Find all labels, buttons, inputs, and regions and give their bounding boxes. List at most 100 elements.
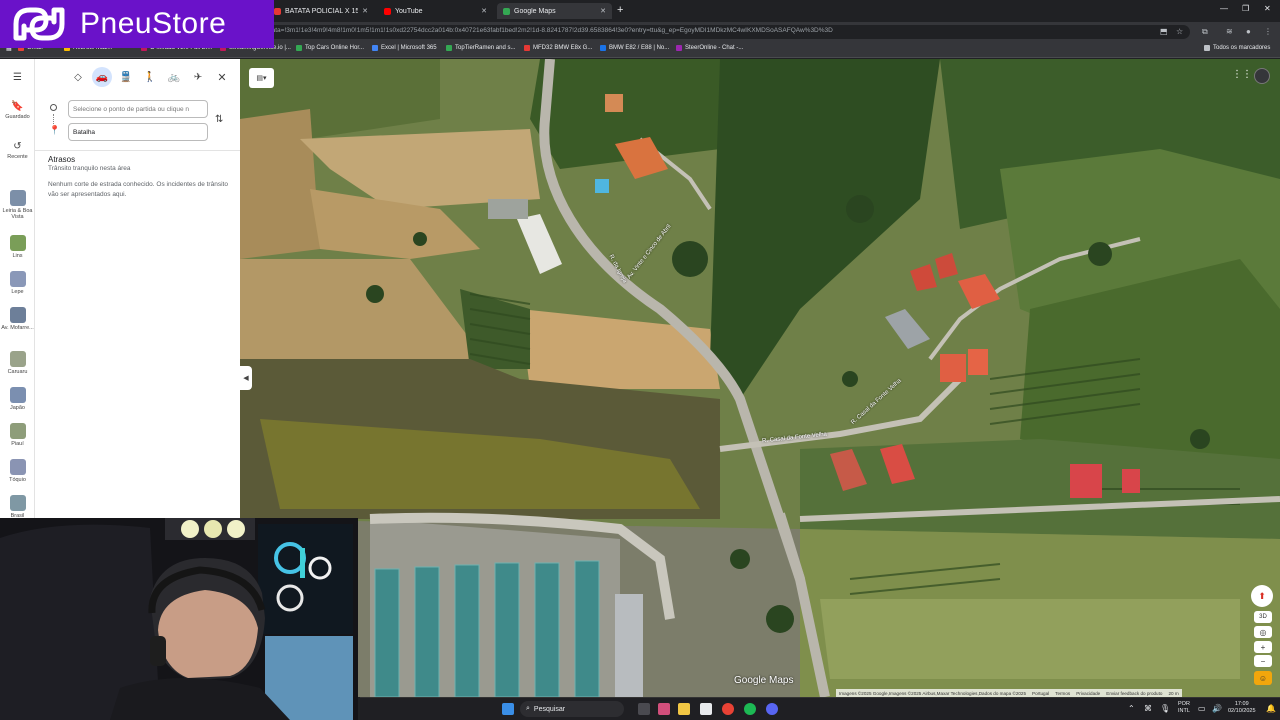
my-location-button[interactable]: ◎ — [1254, 626, 1272, 638]
recent-place[interactable]: Tóquio — [0, 459, 35, 483]
language-indicator[interactable]: POR INTL — [1178, 701, 1190, 715]
recent-place[interactable]: Lepe — [0, 271, 35, 295]
recent-place-thumbnail — [9, 387, 26, 403]
youtube-icon — [384, 7, 391, 15]
notifications-icon[interactable]: 🔔 — [1266, 704, 1276, 713]
recent-place-thumbnail — [9, 271, 26, 287]
bookmark-4[interactable]: Top Cars Online Hor... — [296, 45, 364, 51]
taskbar-search[interactable]: ⌕ Pesquisar — [520, 701, 624, 717]
tab-close-icon[interactable]: ✕ — [362, 7, 368, 15]
extensions-icon[interactable]: ⧉ — [1202, 27, 1208, 36]
directions-icon: ◇ — [74, 71, 82, 83]
chrome-icon[interactable] — [722, 703, 734, 715]
close-icon: ✕ — [217, 71, 227, 84]
url-bar[interactable]: ⊜ data=!3m1!1e3!4m9!4m8!1m0!1m5!1m1!1s0x… — [250, 25, 1190, 39]
recent-place[interactable]: Caruaru — [0, 351, 35, 375]
clock-date: 02/10/2025 — [1228, 708, 1256, 714]
recent-button[interactable]: ↺ Recente — [0, 141, 35, 160]
network-icon[interactable]: ▭ — [1198, 704, 1206, 713]
origin-input[interactable] — [68, 100, 208, 118]
store-icon[interactable] — [700, 703, 712, 715]
account-avatar[interactable] — [1254, 68, 1270, 84]
tab-youtube[interactable]: YouTube ✕ — [378, 3, 493, 19]
street-view-pegman[interactable]: ☺ — [1254, 671, 1272, 685]
file-explorer-icon[interactable] — [678, 703, 690, 715]
tab-favicon-icon — [274, 7, 281, 15]
collapse-panel-button[interactable]: ◀ — [240, 366, 252, 390]
discord-icon[interactable] — [766, 703, 778, 715]
profile-icon[interactable]: ● — [1246, 27, 1251, 36]
maximize-icon[interactable]: ❐ — [1242, 4, 1249, 13]
recent-label: Recente — [7, 154, 28, 160]
all-bookmarks[interactable]: Todos os marcadores — [1204, 45, 1270, 51]
tab-close-icon[interactable]: ✕ — [600, 7, 606, 15]
privacy-link[interactable]: Privacidade — [1076, 691, 1100, 696]
close-directions-button[interactable]: ✕ — [215, 67, 229, 87]
mode-transit[interactable]: 🚆 — [116, 67, 136, 87]
screen: BATATA POLICIAL X 15 MACON ✕ YouTube ✕ G… — [0, 0, 1280, 720]
mode-cycling[interactable]: 🚲 — [164, 67, 184, 87]
bookmark-favicon-icon — [600, 45, 606, 51]
bluetooth-icon[interactable]: ⌘ — [1144, 704, 1152, 713]
recent-place-thumbnail — [9, 190, 26, 206]
destination-input[interactable] — [68, 123, 208, 141]
swap-endpoints-icon[interactable]: ⇅ — [215, 114, 223, 125]
recent-place[interactable]: Japão — [0, 387, 35, 411]
zoom-in-button[interactable]: + — [1254, 641, 1272, 653]
feedback-link[interactable]: Enviar feedback do produto — [1106, 691, 1162, 696]
bookmark-6[interactable]: TopTierRamen and s... — [446, 45, 515, 51]
spotify-icon[interactable] — [744, 703, 756, 715]
tray-overflow-icon[interactable]: ⌃ — [1128, 704, 1135, 713]
taskbar-search-label: Pesquisar — [533, 705, 566, 713]
map-layers-button[interactable]: ▤▾ — [249, 68, 274, 88]
mode-walking[interactable]: 🚶 — [140, 67, 160, 87]
satellite-map[interactable]: R. da Igreja Av. Vinte e Cinco de Abril … — [240, 59, 1280, 697]
recent-place[interactable]: Lins — [0, 235, 35, 259]
satellite-imagery[interactable] — [240, 59, 1280, 697]
pneustore-logo-icon — [13, 7, 65, 41]
recent-place-label: Av. Mofarre... — [1, 325, 34, 331]
bookmark-favicon-icon — [296, 45, 302, 51]
compass-button[interactable]: ⬆ — [1251, 585, 1273, 607]
menu-button[interactable]: ☰ — [0, 72, 35, 83]
traffic-title: Atrasos — [48, 155, 76, 164]
recent-place[interactable]: Piauí — [0, 423, 35, 447]
mode-driving[interactable]: 🚗 — [92, 67, 112, 87]
bookmark-label: BMW E82 / E88 | No... — [609, 45, 670, 51]
country-link[interactable]: Portugal — [1032, 691, 1049, 696]
view-3d-button[interactable]: 3D — [1254, 611, 1272, 623]
microphone-icon[interactable]: 🎙 — [1160, 704, 1170, 713]
saved-button[interactable]: 🔖 Guardado — [0, 101, 35, 120]
bookmark-7[interactable]: MFD32 BMW E8x G... — [524, 45, 592, 51]
install-app-icon[interactable]: ⬒ — [1160, 27, 1168, 36]
bookmark-star-icon[interactable]: ☆ — [1176, 27, 1183, 36]
browser-menu-icon[interactable]: ⋮ — [1264, 27, 1272, 36]
bookmark-9[interactable]: SteerOnline - Chat -... — [676, 45, 743, 51]
scale-bar[interactable]: 20 m — [1168, 691, 1178, 696]
recent-place[interactable]: Leiria & Boa Vista — [0, 190, 35, 220]
zoom-out-button[interactable]: − — [1254, 655, 1272, 667]
bookmark-5[interactable]: Excel | Microsoft 365 — [372, 45, 437, 51]
media-icon[interactable]: ≋ — [1226, 27, 1233, 36]
recent-place[interactable]: Av. Mofarre... — [0, 307, 35, 331]
recent-place-thumbnail — [9, 307, 26, 323]
windows-start-icon[interactable] — [502, 703, 514, 715]
tab-close-icon[interactable]: ✕ — [481, 7, 487, 15]
recent-place-thumbnail — [9, 235, 26, 251]
window-close-icon[interactable]: ✕ — [1264, 4, 1271, 13]
google-apps-icon[interactable]: ⋮⋮ — [1232, 69, 1252, 80]
tab-google-maps[interactable]: Google Maps ✕ — [497, 3, 612, 19]
volume-icon[interactable]: 🔊 — [1212, 704, 1222, 713]
minimize-icon[interactable]: — — [1220, 4, 1228, 13]
copilot-icon[interactable] — [658, 703, 670, 715]
task-view-icon[interactable] — [638, 703, 650, 715]
bookmark-8[interactable]: BMW E82 / E88 | No... — [600, 45, 669, 51]
recent-place[interactable]: Brasil — [0, 495, 35, 519]
mode-best-route[interactable]: ◇ — [68, 67, 88, 87]
new-tab-icon[interactable]: + — [617, 4, 623, 16]
recent-place-thumbnail — [9, 423, 26, 439]
terms-link[interactable]: Termos — [1055, 691, 1070, 696]
tab-batata[interactable]: BATATA POLICIAL X 15 MACON ✕ — [268, 3, 374, 19]
clock[interactable]: 17:09 02/10/2025 — [1228, 701, 1256, 715]
mode-flight[interactable]: ✈ — [188, 67, 208, 87]
